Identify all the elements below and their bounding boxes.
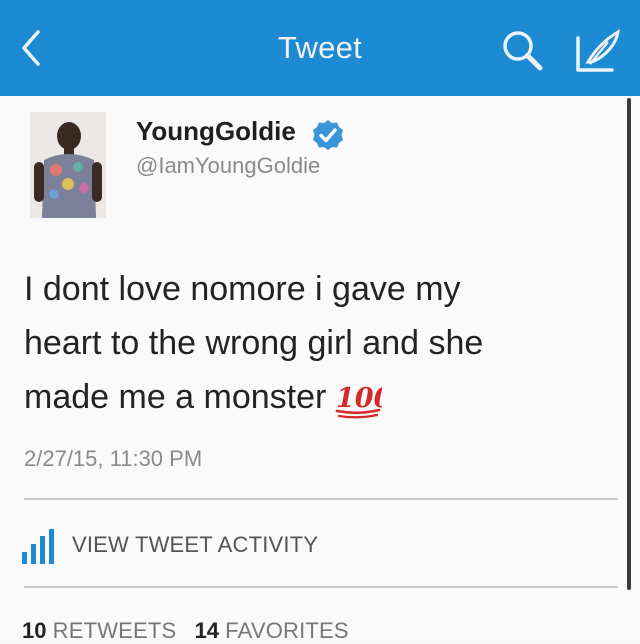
tweet-stats: 10 RETWEETS 14 FAVORITES	[22, 618, 361, 644]
view-tweet-activity-button[interactable]: VIEW TWEET ACTIVITY	[20, 518, 420, 568]
favorites-count[interactable]: 14	[195, 618, 219, 643]
search-button[interactable]	[498, 26, 546, 74]
compose-icon	[576, 29, 621, 72]
display-name[interactable]: YoungGoldie	[136, 116, 296, 147]
tweet-timestamp: 2/27/15, 11:30 PM	[24, 446, 203, 471]
divider	[24, 586, 618, 588]
svg-text:100: 100	[336, 383, 382, 414]
view-tweet-activity-label: VIEW TWEET ACTIVITY	[72, 532, 319, 557]
compose-button[interactable]	[572, 26, 624, 76]
tweet-text-line-content: made me a monster	[24, 378, 327, 416]
tweet-text: I dont love nomore i gave my heart to th…	[24, 262, 624, 424]
tweet-text-line: made me a monster 100	[24, 370, 624, 424]
navigation-bar: Tweet	[0, 0, 640, 96]
tweet-text-line: heart to the wrong girl and she	[24, 324, 484, 362]
search-icon	[503, 31, 543, 71]
hundred-points-icon: 100	[334, 379, 393, 419]
verified-badge	[312, 119, 344, 151]
tweet-text-line: I dont love nomore i gave my	[24, 270, 461, 308]
divider	[24, 498, 618, 500]
favorites-label[interactable]: FAVORITES	[225, 618, 349, 643]
scrollbar[interactable]	[627, 98, 631, 590]
retweets-count[interactable]: 10	[22, 618, 46, 643]
user-handle[interactable]: @IamYoungGoldie	[136, 153, 320, 179]
avatar[interactable]	[30, 112, 106, 218]
bar-chart-icon	[22, 529, 54, 564]
verified-check-icon	[313, 120, 343, 150]
retweets-label[interactable]: RETWEETS	[53, 618, 177, 643]
profile-photo	[30, 112, 106, 218]
